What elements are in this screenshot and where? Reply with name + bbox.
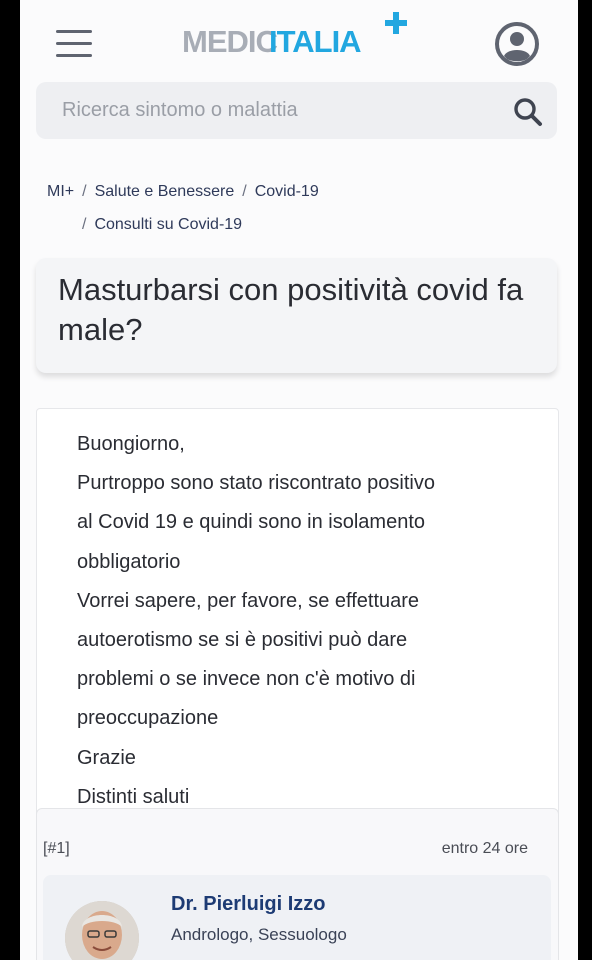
top-bar: MEDIC ITALIA xyxy=(20,0,578,80)
breadcrumb-separator: / xyxy=(82,183,87,200)
logo-plus-icon xyxy=(385,12,407,34)
search-input[interactable] xyxy=(62,96,462,124)
question-line: Vorrei sapere, per favore, se effettuare xyxy=(77,589,420,612)
question-line: problemi o se invece non c'è motivo di xyxy=(77,668,416,691)
user-icon[interactable] xyxy=(494,21,540,67)
breadcrumb-item-home[interactable]: MI+ xyxy=(47,183,74,200)
search-bar xyxy=(36,82,557,139)
breadcrumb-separator: / xyxy=(82,216,87,233)
breadcrumb-separator: / xyxy=(242,183,247,200)
question-body: Buongiorno, Purtroppo sono stato riscont… xyxy=(36,408,559,830)
breadcrumb-item-salute[interactable]: Salute e Benessere xyxy=(95,183,235,200)
question-text: Buongiorno, Purtroppo sono stato riscont… xyxy=(77,425,547,817)
page-title: Masturbarsi con positività covid fa male… xyxy=(58,272,524,347)
question-line: Buongiorno, xyxy=(77,433,185,455)
question-line: autoerotismo se si è positivi può dare xyxy=(77,629,408,652)
answer-number: [#1] xyxy=(43,840,70,857)
phone-screen: MEDIC ITALIA MI+ / Salute e Benessere / Covi… xyxy=(20,0,578,960)
question-line: Purtroppo sono stato riscontrato positiv… xyxy=(77,472,435,495)
question-line: al Covid 19 e quindi sono in isolamento xyxy=(77,511,425,534)
search-icon[interactable] xyxy=(513,97,543,127)
doctor-card[interactable]: Dr. Pierluigi Izzo Andrologo, Sessuologo xyxy=(43,875,551,960)
question-line: preoccupazione xyxy=(77,707,219,730)
question-title-card: Masturbarsi con positività covid fa male… xyxy=(36,258,557,373)
breadcrumb-item-consulti[interactable]: Consulti su Covid-19 xyxy=(94,216,242,233)
avatar[interactable] xyxy=(65,901,139,960)
logo-text-italia: ITALIA xyxy=(269,24,362,59)
answer-time: entro 24 ore xyxy=(441,840,528,857)
doctor-specialty: Andrologo, Sessuologo xyxy=(171,925,347,944)
hamburger-icon[interactable] xyxy=(56,27,92,59)
doctor-name[interactable]: Dr. Pierluigi Izzo xyxy=(171,893,325,916)
logo-text-medic: MEDIC xyxy=(182,24,278,59)
breadcrumb-item-covid[interactable]: Covid-19 xyxy=(255,183,319,200)
question-line: obbligatorio xyxy=(77,550,181,573)
doctor-photo xyxy=(65,901,139,960)
answer-card: [#1] entro 24 ore Dr. Pierluigi Izzo And… xyxy=(36,808,559,960)
question-line: Grazie xyxy=(77,746,136,769)
